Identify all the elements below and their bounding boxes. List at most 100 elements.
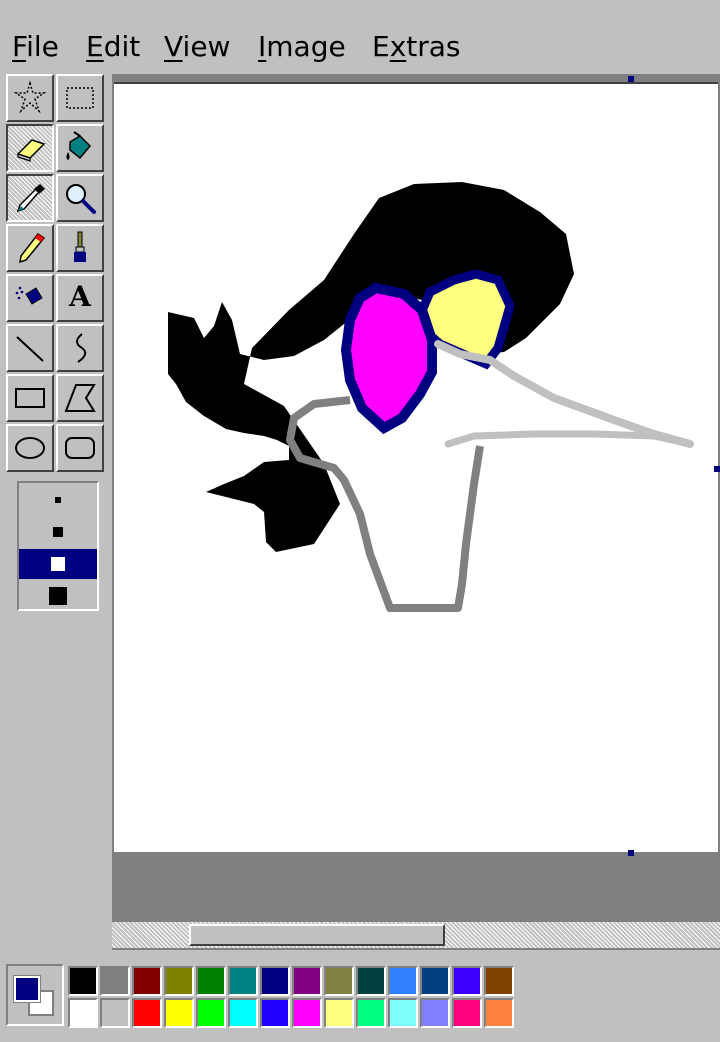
magnifier-tool[interactable] [56, 174, 104, 222]
menu-label-part: iew [182, 30, 231, 63]
palette-swatch[interactable] [388, 998, 418, 1028]
brush-size-dot [51, 557, 65, 571]
menu-item-edit[interactable]: Edit [86, 28, 140, 66]
palette-swatch[interactable] [68, 966, 98, 996]
palette-swatch[interactable] [132, 998, 162, 1028]
palette-swatch[interactable] [228, 966, 258, 996]
brush-size-dot [55, 497, 61, 503]
palette-swatch[interactable] [484, 998, 514, 1028]
resize-handle-right[interactable] [714, 466, 720, 472]
line-icon [16, 336, 44, 362]
menu-item-image[interactable]: Image [258, 28, 346, 66]
rounded-rect-tool[interactable] [56, 424, 104, 472]
menu-item-view[interactable]: View [164, 28, 230, 66]
brush-tool[interactable] [56, 224, 104, 272]
drawing-eye-magenta [340, 282, 437, 435]
menu-label-part: x [389, 30, 407, 63]
polygon-icon [64, 384, 96, 412]
curve-tool[interactable] [56, 324, 104, 372]
rect-select-tool[interactable] [56, 74, 104, 122]
brush-size-option[interactable] [19, 581, 97, 611]
drawing-beak-upper-line [434, 340, 694, 448]
menu-label-part: dit [103, 30, 141, 63]
polygon-tool[interactable] [56, 374, 104, 422]
menu-item-extras[interactable]: Extras [372, 28, 461, 66]
palette-swatch[interactable] [484, 966, 514, 996]
brush-size-option[interactable] [19, 549, 97, 579]
palette-swatch[interactable] [324, 966, 354, 996]
menu-label-part: ile [26, 30, 59, 63]
text-a-icon: A [69, 280, 91, 313]
airbrush-tool[interactable] [6, 274, 54, 322]
pencil-tool[interactable] [6, 224, 54, 272]
toolbox: A [6, 74, 110, 474]
eraser-tool[interactable] [6, 124, 54, 172]
rounded-rect-icon [65, 437, 95, 459]
ellipse-tool[interactable] [6, 424, 54, 472]
drawing [168, 182, 694, 612]
current-colors[interactable] [6, 964, 64, 1026]
palette-swatch[interactable] [292, 966, 322, 996]
pencil-icon [19, 232, 46, 264]
brush-icon [74, 231, 86, 262]
fill-tool[interactable] [56, 124, 104, 172]
palette-swatch[interactable] [164, 966, 194, 996]
palette-swatch[interactable] [68, 998, 98, 1028]
palette-swatch[interactable] [388, 966, 418, 996]
menu-bar: File Edit View Image Extras [0, 0, 720, 74]
dotted-rect-icon [66, 87, 94, 109]
menu-label-part: F [12, 30, 27, 63]
horizontal-scrollbar[interactable] [112, 922, 720, 948]
palette-swatch[interactable] [100, 998, 130, 1028]
brush-size-option[interactable] [19, 517, 97, 547]
rectangle-icon [15, 388, 45, 408]
palette-swatch[interactable] [196, 966, 226, 996]
foreground-color [13, 975, 41, 1003]
color-palette [0, 958, 720, 1042]
palette-swatch[interactable] [100, 966, 130, 996]
curve-icon [76, 333, 87, 363]
brush-size-dot [53, 527, 63, 537]
ellipse-icon [15, 437, 45, 459]
palette-swatch[interactable] [132, 966, 162, 996]
menu-label-part: E [86, 30, 104, 63]
menu-label-part: V [164, 30, 183, 63]
palette-swatch[interactable] [228, 998, 258, 1028]
palette-swatch[interactable] [260, 966, 290, 996]
resize-handle-top[interactable] [628, 76, 634, 82]
palette-swatch[interactable] [356, 966, 386, 996]
menu-label-part: E [372, 30, 390, 63]
rectangle-tool[interactable] [6, 374, 54, 422]
eraser-icon [16, 139, 46, 162]
resize-handle-bottom[interactable] [628, 850, 634, 856]
brush-size-dot [49, 587, 67, 605]
palette-swatch[interactable] [324, 998, 354, 1028]
palette-swatch[interactable] [292, 998, 322, 1028]
brush-size-selector [17, 481, 99, 611]
palette-swatch[interactable] [260, 998, 290, 1028]
palette-swatch[interactable] [196, 998, 226, 1028]
eyedropper-icon [16, 184, 45, 213]
palette-swatch[interactable] [164, 998, 194, 1028]
menu-label-part: tras [406, 30, 461, 63]
palette-swatch[interactable] [452, 966, 482, 996]
text-tool[interactable]: A [56, 274, 104, 322]
airbrush-icon [15, 286, 43, 305]
canvas-area [112, 74, 720, 950]
drawing-beak-lower-line [444, 430, 694, 448]
color-picker-tool[interactable] [6, 174, 54, 222]
magnifier-icon [66, 184, 96, 214]
palette-swatch[interactable] [420, 998, 450, 1028]
palette-swatch[interactable] [356, 998, 386, 1028]
free-select-tool[interactable] [6, 74, 54, 122]
menu-label-part: mage [266, 30, 346, 63]
brush-size-option[interactable] [19, 485, 97, 515]
star-select-icon [13, 80, 47, 114]
palette-swatch[interactable] [420, 966, 450, 996]
line-tool[interactable] [6, 324, 54, 372]
paint-bucket-icon [66, 131, 92, 160]
horizontal-scroll-thumb[interactable] [189, 924, 445, 946]
drawing-canvas[interactable] [114, 82, 718, 852]
menu-item-file[interactable]: File [12, 28, 59, 66]
palette-swatch[interactable] [452, 998, 482, 1028]
